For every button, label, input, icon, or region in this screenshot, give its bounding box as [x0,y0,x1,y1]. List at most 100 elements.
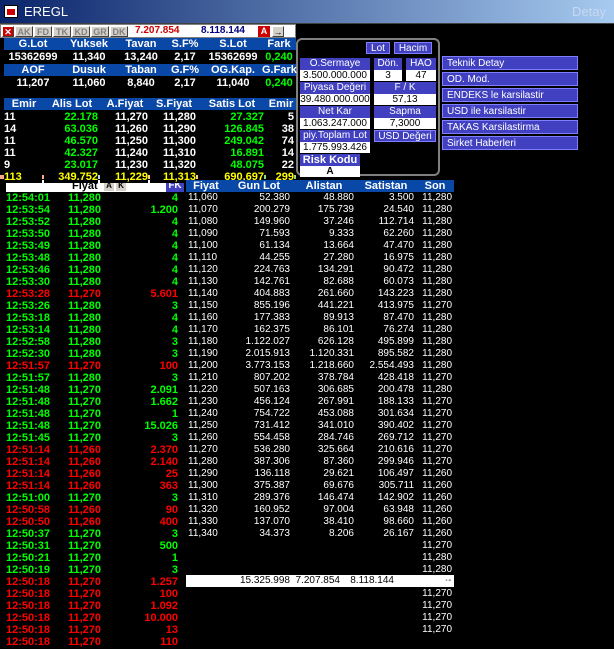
trade-price: 11,270 [68,360,102,372]
toolbar-kd[interactable]: KD [72,26,90,37]
price-row[interactable]: 11,230 456.124 267.991 188.133 11,270 [186,396,454,408]
trade-row[interactable]: 12:51:48 11,270 1.662 [6,396,184,408]
toolbar-ak[interactable]: AK [15,26,33,37]
price-row[interactable]: 11,200 3.773.153 1.218.660 2.554.493 11,280 [186,360,454,372]
trade-row[interactable]: 12:54:01 11,280 4 [6,192,184,204]
trade-row[interactable]: 12:51:14 11,260 363 [6,480,184,492]
trade-row[interactable]: 12:51:45 11,270 3 [6,432,184,444]
menu-item-0[interactable]: Teknik Detay [442,56,578,70]
trade-row[interactable]: 12:50:18 11,270 13 [6,624,184,636]
price-row[interactable]: 11,310 289.376 146.474 142.902 11,260 [186,492,454,504]
price-header-4[interactable]: Son [416,180,454,192]
trade-row[interactable]: 12:50:18 11,270 110 [6,636,184,648]
close-icon[interactable]: ✕ [2,26,14,37]
trade-row[interactable]: 12:51:14 11,260 25 [6,468,184,480]
price-row[interactable]: 11,150 855.196 441.221 413.975 11,270 [186,300,454,312]
trade-row[interactable]: 12:50:18 11,270 1.257 [6,576,184,588]
menu-item-4[interactable]: TAKAS Karsilastirma [442,120,578,134]
trade-row[interactable]: 12:53:30 11,280 4 [6,276,184,288]
menu-item-1[interactable]: OD. Mod. [442,72,578,86]
trade-row[interactable]: 12:50:18 11,270 10.000 [6,612,184,624]
price-row[interactable]: 11,180 1.122.027 626.128 495.899 11,280 [186,336,454,348]
lot-button[interactable]: Lot [366,42,390,54]
price-row[interactable]: 11,340 34.373 8.206 26.167 11,260 [186,528,454,540]
price-row[interactable]: 11,190 2.015.913 1.120.331 895.582 11,280 [186,348,454,360]
trade-row[interactable]: 12:51:14 11,260 2.370 [6,444,184,456]
price-cell-4: 11,280 [422,192,452,203]
trade-row[interactable]: 12:51:48 11,270 2.091 [6,384,184,396]
price-row[interactable]: 11,080 149.960 37.246 112.714 11,280 [186,216,454,228]
price-header-1[interactable]: Gun Lot [226,180,292,192]
toolbar-dk[interactable]: DK [110,26,128,37]
trade-row[interactable]: 12:53:14 11,280 4 [6,324,184,336]
hacim-button[interactable]: Hacim [394,42,432,54]
arrow-right-icon[interactable]: → [272,26,284,37]
trade-row[interactable]: 12:50:21 11,270 1 [6,552,184,564]
trade-row[interactable]: 12:50:31 11,270 500 [6,540,184,552]
trade-row[interactable]: 12:53:26 11,280 3 [6,300,184,312]
trade-row[interactable]: 12:52:30 11,280 3 [6,348,184,360]
trade-row[interactable]: 12:50:18 11,270 100 [6,588,184,600]
price-row[interactable]: 11,120 224.763 134.291 90.472 11,280 [186,264,454,276]
price-header-2[interactable]: Alistan [292,180,356,192]
price-row[interactable]: 11,300 375.387 69.676 305.711 11,260 [186,480,454,492]
trade-row[interactable]: 12:51:00 11,270 3 [6,492,184,504]
window-titlebar[interactable]: EREGL Detay [0,0,614,24]
price-row[interactable]: 11,140 404.883 261.660 143.223 11,280 [186,288,454,300]
price-row[interactable]: 11,320 160.952 97.004 63.948 11,260 [186,504,454,516]
price-row[interactable]: 11,330 137.070 38.410 98.660 11,260 [186,516,454,528]
toolbar-fd[interactable]: FD [34,26,52,37]
price-row[interactable]: 11,220 507.163 306.685 200.478 11,280 [186,384,454,396]
price-row[interactable]: 11,060 52.380 48.880 3.500 11,280 [186,192,454,204]
trade-price: 11,280 [68,336,102,348]
depth-header-1: Alis Lot [44,98,100,110]
trade-row[interactable]: 12:51:57 11,270 100 [6,360,184,372]
toolbar-gr[interactable]: GR [91,26,109,37]
price-row[interactable]: 11,240 754.722 453.088 301.634 11,270 [186,408,454,420]
trade-row[interactable]: 12:53:49 11,280 4 [6,240,184,252]
trade-row[interactable]: 12:51:48 11,270 1 [6,408,184,420]
menu-item-5[interactable]: Sirket Haberleri [442,136,578,150]
price-row[interactable]: 11,290 136.118 29.621 106.497 11,260 [186,468,454,480]
trade-row[interactable]: 12:53:28 11,270 5.601 [6,288,184,300]
trade-lot: 100 [159,588,178,600]
trade-row[interactable]: 12:51:14 11,260 2.140 [6,456,184,468]
trade-row[interactable]: 12:53:52 11,280 4 [6,216,184,228]
trade-row[interactable]: 12:53:50 11,280 4 [6,228,184,240]
trade-row[interactable]: 12:53:18 11,280 4 [6,312,184,324]
price-row[interactable]: 11,070 200.279 175.739 24.540 11,280 [186,204,454,216]
price-row[interactable]: 11,270 536.280 325.664 210.616 11,270 [186,444,454,456]
trade-row[interactable]: 12:50:50 11,260 400 [6,516,184,528]
price-row[interactable]: 11,100 61.134 13.664 47.470 11,280 [186,240,454,252]
toolbar-a-button[interactable]: A [258,26,270,37]
trade-row[interactable]: 12:50:37 11,270 3 [6,528,184,540]
usd-degeri-button[interactable]: USD Değeri [374,130,436,142]
price-row[interactable]: 11,110 44.255 27.280 16.975 11,280 [186,252,454,264]
trade-row[interactable]: 12:53:48 11,280 4 [6,252,184,264]
toolbar-tk[interactable]: TK [53,26,71,37]
price-row[interactable]: 11,130 142.761 82.688 60.073 11,280 [186,276,454,288]
menu-item-2[interactable]: ENDEKS le karsilastir [442,88,578,102]
price-row[interactable]: 11,160 177.383 89.913 87.470 11,280 [186,312,454,324]
menu-item-3[interactable]: USD ile karsilastir [442,104,578,118]
price-row[interactable]: 11,280 387.306 87.360 299.946 11,270 [186,456,454,468]
price-header-3[interactable]: Satistan [356,180,416,192]
price-row[interactable]: 11,090 71.593 9.333 62.260 11,280 [186,228,454,240]
price-cell-0: 11,100 [188,240,218,251]
price-row[interactable]: 11,170 162.375 86.101 76.274 11,280 [186,324,454,336]
trade-row[interactable]: 12:52:58 11,280 3 [6,336,184,348]
price-header-0[interactable]: Fiyat [186,180,226,192]
trade-row[interactable]: 12:51:57 11,280 3 [6,372,184,384]
price-row[interactable]: 11,250 731.412 341.010 390.402 11,270 [186,420,454,432]
trade-row[interactable]: 12:53:46 11,280 4 [6,264,184,276]
price-row[interactable]: 11,260 554.458 284.746 269.712 11,270 [186,432,454,444]
vertical-scrollbar[interactable] [596,38,612,644]
trade-row[interactable]: 12:53:54 11,280 1.200 [6,204,184,216]
trade-row[interactable]: 12:51:48 11,270 15.026 [6,420,184,432]
summary-row2-value-2: 8,840 [116,77,166,89]
trade-row[interactable]: 12:50:18 11,270 1.092 [6,600,184,612]
price-row[interactable]: 11,210 807.202 378.784 428.418 11,270 [186,372,454,384]
trade-row[interactable]: 12:50:58 11,260 90 [6,504,184,516]
trade-row[interactable]: 12:50:19 11,270 3 [6,564,184,576]
summary-row1-header-2: Tavan [116,38,166,50]
